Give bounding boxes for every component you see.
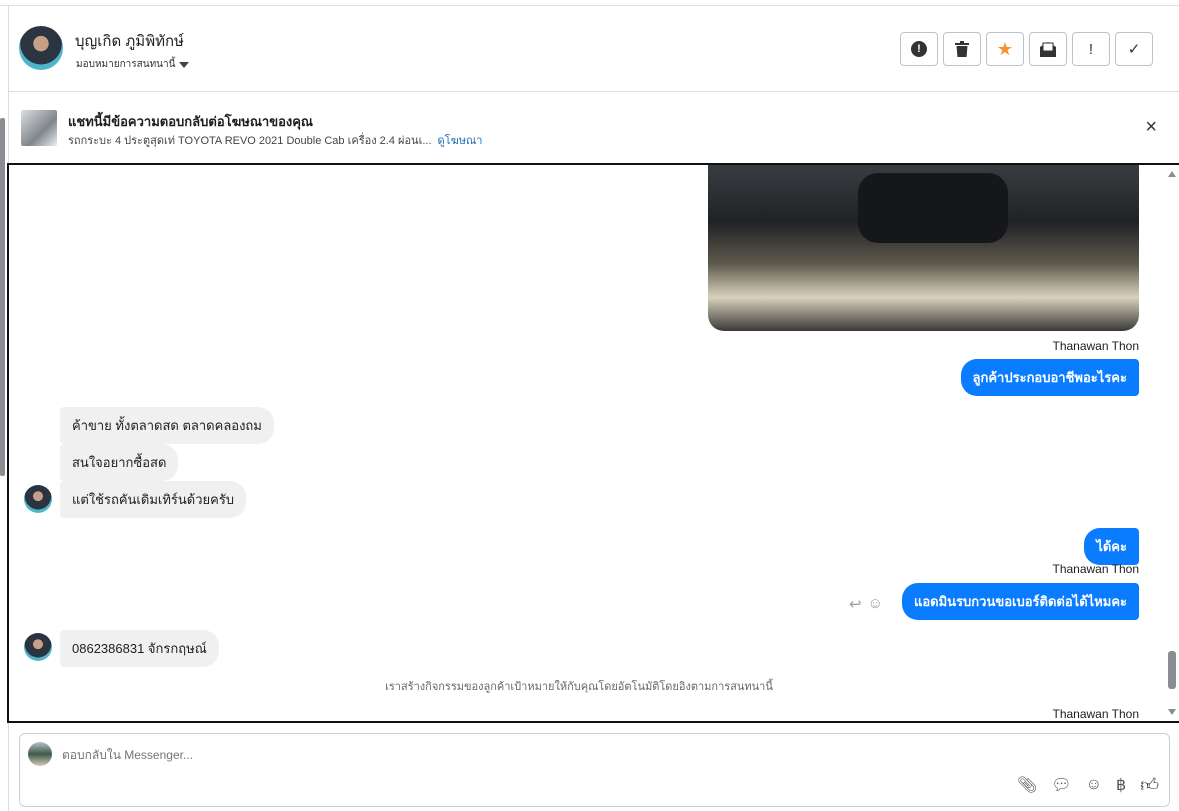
system-notice: เราสร้างกิจกรรมของลูกค้าเป้าหมายให้กับคุ… xyxy=(385,681,773,693)
page-avatar xyxy=(28,742,52,766)
composer-toolbar: 📎︎ 💬︎ ☺ ฿ 👍︎ xyxy=(1017,774,1159,796)
emoji-react-icon[interactable]: ☺ xyxy=(868,595,883,613)
ad-thumbnail xyxy=(21,110,57,146)
engine-photo-attachment[interactable] xyxy=(708,165,1139,331)
sender-name: Thanawan Thon xyxy=(1052,339,1139,353)
reply-icon[interactable]: ↩ xyxy=(849,595,862,613)
star-icon: ★ xyxy=(996,38,1014,59)
mark-unread-button[interactable] xyxy=(1029,32,1067,66)
outgoing-message: ลูกค้าประกอบอาชีพอะไรคะ xyxy=(960,359,1139,396)
thread-scrollbar[interactable] xyxy=(1165,165,1179,721)
follow-up-button[interactable]: ! xyxy=(1072,32,1110,66)
caret-down-icon xyxy=(179,61,190,68)
close-icon[interactable]: × xyxy=(1145,116,1157,139)
view-ad-link[interactable]: ดูโฆษณา xyxy=(438,135,483,147)
scroll-up-arrow-icon[interactable] xyxy=(1168,171,1176,177)
ad-description: รถกระบะ 4 ประตูสุดเท่ TOYOTA REVO 2021 D… xyxy=(68,135,432,147)
chat-bubble-icon[interactable]: 💬︎ xyxy=(1051,775,1071,795)
contact-avatar-small xyxy=(24,485,52,513)
assign-label: มอบหมายการสนทนานี้ xyxy=(76,59,176,70)
ad-banner-subtitle: รถกระบะ 4 ประตูสุดเท่ TOYOTA REVO 2021 D… xyxy=(68,131,482,149)
sender-name: Thanawan Thon xyxy=(1052,707,1139,721)
incoming-message: แต่ใช้รถคันเดิมเทิร์นด้วยครับ xyxy=(60,481,247,518)
outgoing-message: ได้คะ xyxy=(1084,528,1139,565)
contact-avatar[interactable] xyxy=(19,26,63,70)
thumbs-up-icon[interactable]: 👍︎ xyxy=(1140,774,1159,796)
mail-open-icon xyxy=(1040,42,1056,57)
message-actions: ↩ ☺ xyxy=(849,595,883,613)
incoming-message: ค้าขาย ทั้งตลาดสด ตลาดคลองถม xyxy=(60,407,274,444)
mark-done-button[interactable]: ✓ xyxy=(1115,32,1153,66)
mark-spam-button[interactable]: ! xyxy=(900,32,938,66)
delete-button[interactable] xyxy=(943,32,981,66)
reply-composer: 📎︎ 💬︎ ☺ ฿ 👍︎ xyxy=(19,733,1170,807)
scroll-down-arrow-icon[interactable] xyxy=(1168,709,1176,715)
trash-icon xyxy=(955,41,969,57)
exclamation-icon: ! xyxy=(1088,40,1094,58)
star-button[interactable]: ★ xyxy=(986,32,1024,66)
sender-name: Thanawan Thon xyxy=(1052,562,1139,576)
emoji-icon[interactable]: ☺ xyxy=(1086,776,1102,794)
outgoing-message: แอดมินรบกวนขอเบอร์ติดต่อได้ไหมคะ xyxy=(901,583,1139,620)
contact-name[interactable]: บุญเกิด ภูมิพิทักษ์ xyxy=(75,29,184,53)
incoming-message: 0862386831 จักรกฤษณ์ xyxy=(60,630,219,667)
incoming-message: สนใจอยากซื้อสด xyxy=(60,444,179,481)
message-thread: Thanawan Thon ลูกค้าประกอบอาชีพอะไรคะ ค้… xyxy=(7,163,1179,723)
ad-banner-title: แชทนี้มีข้อความตอบกลับต่อโฆษณาของคุณ xyxy=(68,114,313,129)
scrollbar-thumb[interactable] xyxy=(1168,651,1176,689)
left-scrollbar[interactable] xyxy=(0,118,5,476)
header-actions: ! ★ ! ✓ xyxy=(900,32,1153,66)
conversation-header: บุญเกิด ภูมิพิทักษ์ มอบหมายการสนทนานี้ !… xyxy=(9,6,1179,92)
paperclip-icon[interactable]: 📎︎ xyxy=(1017,775,1037,795)
baht-icon[interactable]: ฿ xyxy=(1116,775,1126,795)
assign-conversation-dropdown[interactable]: มอบหมายการสนทนานี้ xyxy=(76,57,190,72)
exclamation-circle-icon: ! xyxy=(911,41,927,57)
check-icon: ✓ xyxy=(1127,41,1141,58)
reply-input[interactable] xyxy=(62,748,862,762)
ad-reply-banner: แชทนี้มีข้อความตอบกลับต่อโฆษณาของคุณ รถก… xyxy=(9,92,1179,163)
contact-avatar-small xyxy=(24,633,52,661)
